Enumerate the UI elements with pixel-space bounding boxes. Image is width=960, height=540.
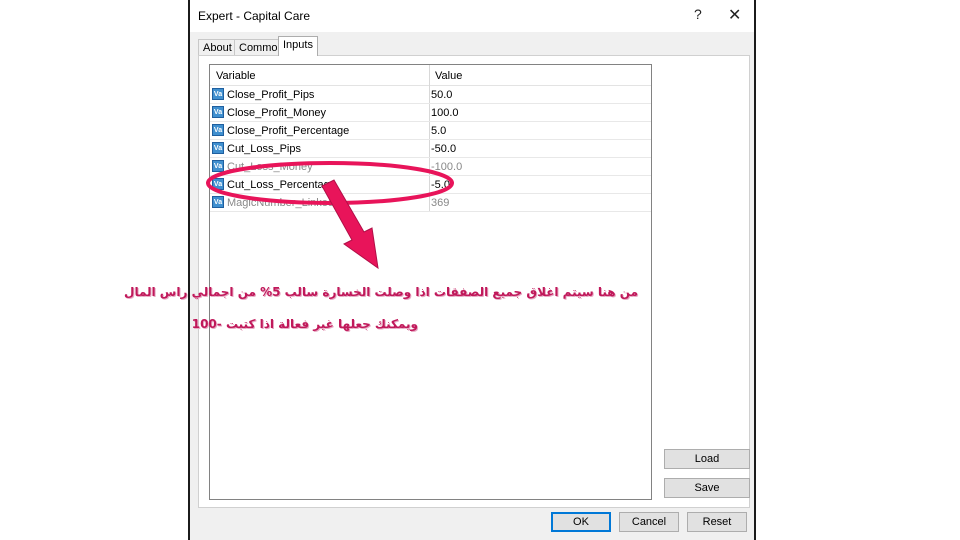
variable-icon: Va [212, 160, 224, 172]
variable-value[interactable]: 100.0 [431, 107, 459, 119]
variable-icon: Va [212, 124, 224, 136]
reset-button[interactable]: Reset [687, 512, 747, 532]
tab-inputs[interactable]: Inputs [278, 36, 318, 56]
ok-button[interactable]: OK [551, 512, 611, 532]
variable-name: Cut_Loss_Pips [227, 143, 301, 155]
inputs-grid: Variable Value Va Close_Profit_Pips 50.0… [209, 64, 652, 500]
table-row[interactable]: Va Close_Profit_Percentage 5.0 [210, 122, 651, 140]
variable-value[interactable]: 50.0 [431, 89, 452, 101]
column-header-variable[interactable]: Variable [216, 70, 256, 82]
variable-value[interactable]: 369 [431, 197, 449, 209]
variable-value[interactable]: 5.0 [431, 125, 446, 137]
variable-icon: Va [212, 178, 224, 190]
variable-value[interactable]: -100.0 [431, 161, 462, 173]
table-row[interactable]: Va Close_Profit_Pips 50.0 [210, 86, 651, 104]
variable-icon: Va [212, 106, 224, 118]
variable-icon: Va [212, 196, 224, 208]
table-row[interactable]: Va Cut_Loss_Money -100.0 [210, 158, 651, 176]
window-title: Expert - Capital Care [198, 9, 311, 23]
load-button[interactable]: Load [664, 449, 750, 469]
variable-icon: Va [212, 142, 224, 154]
title-bar: Expert - Capital Care ? ✕ [190, 0, 754, 32]
variable-name: Close_Profit_Pips [227, 89, 315, 101]
table-row[interactable]: Va Close_Profit_Money 100.0 [210, 104, 651, 122]
inputs-panel: Variable Value Va Close_Profit_Pips 50.0… [198, 55, 750, 508]
variable-name: Cut_Loss_Money [227, 161, 313, 173]
variable-value[interactable]: -50.0 [431, 143, 456, 155]
column-header-value[interactable]: Value [435, 70, 462, 82]
annotation-line-1: من هنا سيتم اغلاق جميع الصفقات اذا وصلت … [124, 285, 638, 299]
tab-about[interactable]: About [198, 39, 237, 56]
close-icon[interactable]: ✕ [728, 5, 741, 25]
cancel-button[interactable]: Cancel [619, 512, 679, 532]
variable-name: Close_Profit_Money [227, 107, 327, 119]
variable-name: Cut_Loss_Percentage [227, 179, 336, 191]
table-row[interactable]: Va MagicNumber_LinkedI 369 [210, 194, 651, 212]
help-icon[interactable]: ? [694, 6, 702, 22]
table-row[interactable]: Va Cut_Loss_Percentage -5.0 [210, 176, 651, 194]
grid-header: Variable Value [210, 65, 651, 86]
expert-properties-dialog: Expert - Capital Care ? ✕ About Common I… [188, 0, 756, 540]
variable-icon: Va [212, 88, 224, 100]
table-row[interactable]: Va Cut_Loss_Pips -50.0 [210, 140, 651, 158]
variable-name: Close_Profit_Percentage [227, 125, 350, 137]
variable-value[interactable]: -5.0 [431, 179, 450, 191]
save-button[interactable]: Save [664, 478, 750, 498]
annotation-line-2: ويمكنك جعلها غير فعالة اذا كتبت -100 [191, 317, 418, 331]
variable-name: MagicNumber_LinkedI [227, 197, 338, 209]
